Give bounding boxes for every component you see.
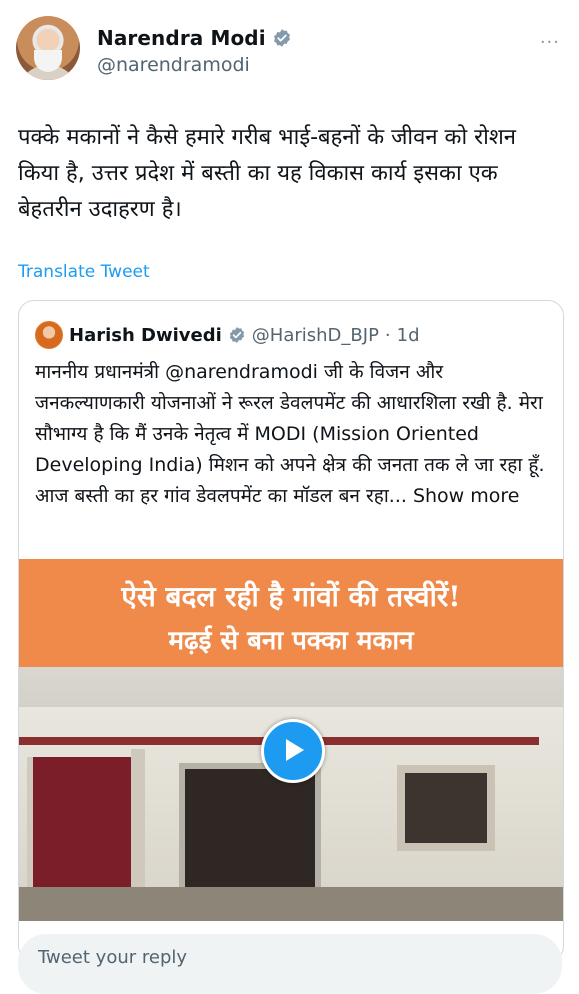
quoted-author-name[interactable]: Harish Dwivedi [69, 325, 222, 346]
verified-badge-icon [229, 327, 244, 343]
translate-tweet-link[interactable]: Translate Tweet [18, 262, 150, 282]
reply-box[interactable] [18, 934, 562, 994]
separator-dot: · [384, 324, 391, 346]
quoted-tweet[interactable]: Harish Dwivedi @HarishD_BJP · 1d माननीय … [18, 300, 564, 962]
banner-subheadline: मढ़ई से बना पक्का मकान [168, 626, 414, 656]
tweet-header: Narendra Modi @narendramodi ··· [14, 14, 564, 84]
play-button-icon[interactable] [261, 719, 325, 783]
quoted-author-avatar[interactable] [35, 321, 63, 349]
quoted-video-media[interactable]: ऐसे बदल रही है गांवों की तस्वीरें! मढ़ई … [19, 559, 563, 921]
author-name-row: Narendra Modi [97, 26, 292, 50]
quoted-tweet-header: Harish Dwivedi @HarishD_BJP · 1d [35, 321, 420, 349]
more-options-icon[interactable]: ··· [540, 32, 560, 53]
author-avatar[interactable] [16, 16, 80, 80]
banner-headline: ऐसे बदल रही है गांवों की तस्वीरें! [121, 580, 461, 613]
author-name[interactable]: Narendra Modi [97, 26, 266, 50]
video-banner: ऐसे बदल रही है गांवों की तस्वीरें! मढ़ई … [19, 559, 563, 667]
author-handle[interactable]: @narendramodi [97, 54, 250, 76]
quoted-tweet-text: माननीय प्रधानमंत्री @narendramodi जी के … [35, 357, 551, 512]
quoted-author-handle[interactable]: @HarishD_BJP [252, 325, 379, 346]
quoted-timestamp[interactable]: 1d [397, 325, 420, 346]
show-more-link[interactable]: Show more [413, 485, 520, 507]
tweet-text: पक्के मकानों ने कैसे हमारे गरीब भाई-बहनो… [18, 125, 517, 222]
video-thumbnail [19, 667, 563, 921]
verified-badge-icon [273, 29, 290, 47]
reply-input[interactable] [36, 942, 520, 972]
